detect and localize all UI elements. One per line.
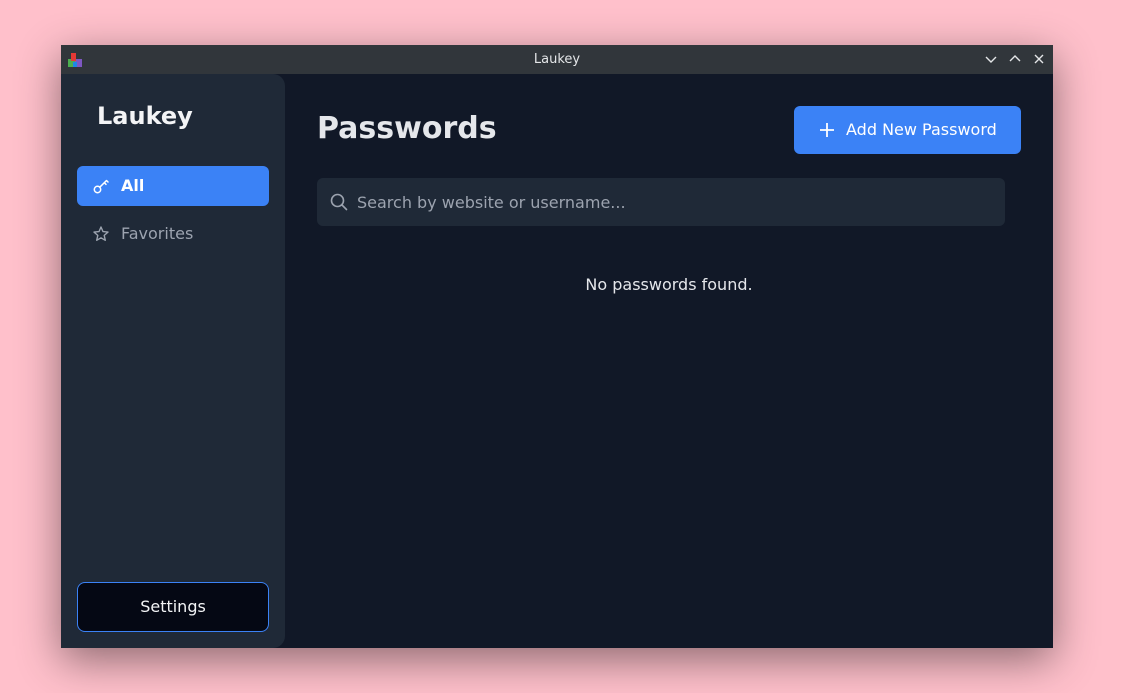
star-icon — [92, 225, 110, 243]
minimize-button[interactable] — [983, 51, 999, 67]
sidebar-item-favorites[interactable]: Favorites — [77, 214, 269, 254]
app-window: Laukey Laukey All Favorites Settings Pas… — [61, 45, 1053, 648]
sidebar-item-label: All — [121, 176, 145, 195]
title-bar: Laukey — [61, 45, 1053, 74]
sidebar: Laukey All Favorites Settings — [61, 74, 285, 648]
sidebar-item-all[interactable]: All — [77, 166, 269, 206]
page-title: Passwords — [317, 111, 497, 146]
maximize-button[interactable] — [1007, 51, 1023, 67]
add-password-label: Add New Password — [846, 120, 997, 139]
sidebar-item-label: Favorites — [121, 224, 194, 243]
search-input[interactable] — [357, 178, 987, 226]
chevron-up-icon — [1009, 55, 1021, 62]
window-title: Laukey — [533, 52, 581, 67]
settings-button[interactable]: Settings — [77, 582, 269, 632]
search-icon — [330, 193, 348, 211]
brand-title: Laukey — [97, 102, 193, 130]
add-password-button[interactable]: Add New Password — [794, 106, 1021, 154]
close-button[interactable] — [1031, 51, 1047, 67]
key-icon — [92, 177, 110, 195]
chevron-down-icon — [985, 56, 997, 63]
empty-state-message: No passwords found. — [585, 275, 753, 294]
close-icon — [1034, 54, 1044, 64]
search-box — [317, 178, 1005, 226]
plus-icon — [819, 122, 835, 138]
